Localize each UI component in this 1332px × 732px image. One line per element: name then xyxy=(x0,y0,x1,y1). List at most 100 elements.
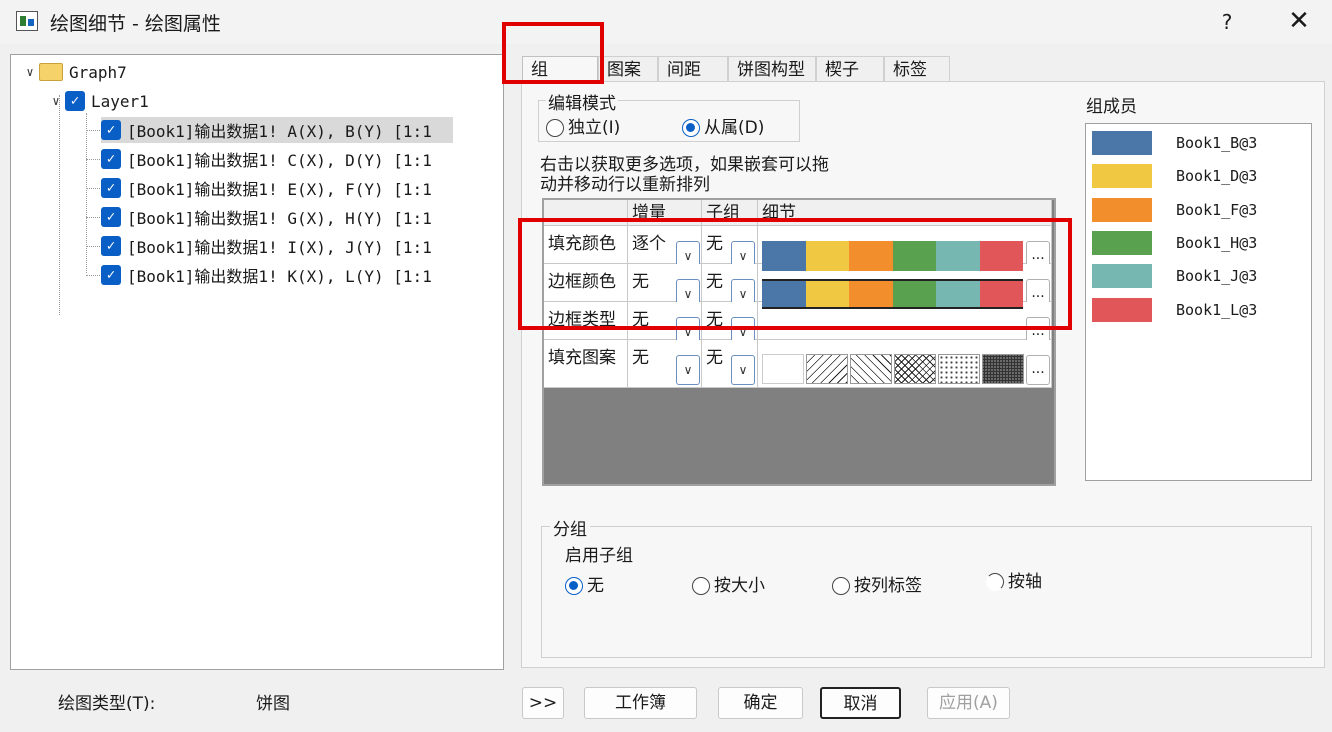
pattern-crosshatch-swatch[interactable] xyxy=(894,354,936,384)
plot-type-label: 绘图类型(T): xyxy=(58,694,156,714)
member-item[interactable]: Book1_J@3 xyxy=(1092,263,1257,289)
color-swatch[interactable] xyxy=(805,279,849,309)
tree-node-graph[interactable]: ∨ Graph7 xyxy=(21,59,127,85)
tree-item-plot-1[interactable]: ✓ [Book1]输出数据1! A(X), B(Y) [1:1 xyxy=(101,117,453,143)
radio-on-icon[interactable] xyxy=(565,577,583,595)
folder-open-icon xyxy=(39,63,63,81)
member-item[interactable]: Book1_F@3 xyxy=(1092,197,1257,223)
workbook-button[interactable]: 工作簿 xyxy=(584,687,697,719)
member-label: Book1_F@3 xyxy=(1176,200,1258,219)
color-swatch[interactable] xyxy=(762,241,806,271)
radio-label: 从属(D) xyxy=(704,118,765,138)
subgroup-label: 启用子组 xyxy=(565,546,633,566)
radio-label: 按大小 xyxy=(714,576,765,596)
more-button[interactable]: ... xyxy=(1026,355,1050,385)
radio-off-icon[interactable] xyxy=(832,577,850,595)
tree-item-plot-3[interactable]: ✓ [Book1]输出数据1! E(X), F(Y) [1:1 xyxy=(101,175,432,201)
member-color-swatch xyxy=(1092,230,1152,255)
tree-item-plot-2[interactable]: ✓ [Book1]输出数据1! C(X), D(Y) [1:1 xyxy=(101,146,432,172)
radio-dependent[interactable]: 从属(D) xyxy=(682,113,764,138)
pattern-backdiagonal-swatch[interactable] xyxy=(850,354,892,384)
chevron-down-icon[interactable]: ∨ xyxy=(676,355,700,385)
tree-item-label: [Book1]输出数据1! A(X), B(Y) [1:1 xyxy=(127,122,432,141)
color-swatch[interactable] xyxy=(892,279,936,309)
tree-item-label: [Book1]输出数据1! E(X), F(Y) [1:1 xyxy=(127,180,432,199)
color-swatch[interactable] xyxy=(979,279,1023,309)
tab-pie-geometry[interactable]: 饼图构型 xyxy=(728,56,816,82)
radio-label: 独立(I) xyxy=(568,118,621,138)
checkbox-checked-icon[interactable]: ✓ xyxy=(101,178,121,198)
highlight-box-color-rows xyxy=(518,218,1072,330)
radio-off-icon[interactable] xyxy=(986,573,1004,591)
group-members-list[interactable]: Book1_B@3 Book1_D@3 Book1_F@3 Book1_H@3 Book… xyxy=(1085,123,1312,481)
tab-wedge[interactable]: 楔子 xyxy=(816,56,884,82)
chevron-down-icon[interactable]: ∨ xyxy=(731,355,755,385)
member-color-swatch xyxy=(1092,131,1152,155)
member-label: Book1_H@3 xyxy=(1176,233,1258,252)
member-label: Book1_L@3 xyxy=(1176,300,1258,319)
color-swatch[interactable] xyxy=(762,279,806,309)
highlight-box-tab xyxy=(502,22,604,84)
checkbox-checked-icon[interactable]: ✓ xyxy=(101,236,121,256)
radio-label: 按轴 xyxy=(1008,572,1042,592)
chevron-down-icon[interactable]: ∨ xyxy=(47,94,65,108)
grid-row-name: 填充图案 xyxy=(544,340,628,388)
radio-subgroup-size[interactable]: 按大小 xyxy=(692,571,765,596)
checkbox-checked-icon[interactable]: ✓ xyxy=(101,207,121,227)
member-color-swatch xyxy=(1092,297,1152,322)
member-color-swatch xyxy=(1092,264,1152,289)
apply-button[interactable]: 应用(A) xyxy=(927,687,1010,719)
edit-mode-title: 编辑模式 xyxy=(546,89,618,114)
tree-node-layer[interactable]: ∨ ✓ Layer1 xyxy=(47,88,149,114)
radio-off-icon[interactable] xyxy=(546,119,564,137)
hint-line-2: 动并移动行以重新排列 xyxy=(540,175,710,195)
checkbox-checked-icon[interactable]: ✓ xyxy=(65,91,85,111)
close-button[interactable]: ✕ xyxy=(1282,6,1316,36)
color-swatch[interactable] xyxy=(936,241,980,271)
pattern-diagonal-swatch[interactable] xyxy=(806,354,848,384)
member-color-swatch xyxy=(1092,197,1152,222)
expand-button[interactable]: >> xyxy=(522,687,564,719)
tree-node-label: Graph7 xyxy=(69,62,127,82)
plot-tree[interactable]: ∨ Graph7 ∨ ✓ Layer1 ✓ [Book1]输出数据1! A(X)… xyxy=(10,54,504,670)
pattern-dense-swatch[interactable] xyxy=(982,354,1024,384)
checkbox-checked-icon[interactable]: ✓ xyxy=(101,120,121,140)
member-item[interactable]: Book1_B@3 xyxy=(1092,130,1257,156)
member-item[interactable]: Book1_H@3 xyxy=(1092,230,1257,256)
window-title: 绘图细节 - 绘图属性 xyxy=(50,13,221,35)
tree-item-label: [Book1]输出数据1! I(X), J(Y) [1:1 xyxy=(127,238,432,257)
color-swatch[interactable] xyxy=(936,279,980,309)
color-swatch[interactable] xyxy=(805,241,849,271)
member-label: Book1_D@3 xyxy=(1176,167,1258,186)
tree-item-plot-5[interactable]: ✓ [Book1]输出数据1! I(X), J(Y) [1:1 xyxy=(101,233,432,259)
color-swatch[interactable] xyxy=(979,241,1023,271)
member-item[interactable]: Book1_D@3 xyxy=(1092,163,1257,189)
radio-subgroup-none[interactable]: 无 xyxy=(565,571,604,596)
tab-pattern[interactable]: 图案 xyxy=(598,56,658,82)
color-swatch[interactable] xyxy=(849,241,893,271)
radio-off-icon[interactable] xyxy=(692,577,710,595)
cancel-button[interactable]: 取消 xyxy=(820,687,901,719)
color-swatch[interactable] xyxy=(892,241,936,271)
radio-subgroup-column-label[interactable]: 按列标签 xyxy=(832,571,922,596)
radio-on-icon[interactable] xyxy=(682,119,700,137)
radio-subgroup-axis[interactable]: 按轴 xyxy=(986,567,1042,592)
member-color-swatch xyxy=(1092,164,1152,189)
ok-button[interactable]: 确定 xyxy=(718,687,803,719)
tree-item-plot-4[interactable]: ✓ [Book1]输出数据1! G(X), H(Y) [1:1 xyxy=(101,204,432,230)
color-swatch[interactable] xyxy=(849,279,893,309)
checkbox-checked-icon[interactable]: ✓ xyxy=(101,149,121,169)
help-button[interactable]: ? xyxy=(1212,8,1242,36)
tab-labels[interactable]: 标签 xyxy=(884,56,950,82)
chevron-down-icon[interactable]: ∨ xyxy=(21,65,39,79)
pattern-dots-swatch[interactable] xyxy=(938,354,980,384)
member-item[interactable]: Book1_L@3 xyxy=(1092,297,1257,323)
member-label: Book1_B@3 xyxy=(1176,134,1258,152)
pattern-none-swatch[interactable] xyxy=(762,354,804,384)
checkbox-checked-icon[interactable]: ✓ xyxy=(101,265,121,285)
tree-item-label: [Book1]输出数据1! C(X), D(Y) [1:1 xyxy=(127,151,432,170)
tree-node-label: Layer1 xyxy=(91,91,149,111)
tab-spacing[interactable]: 间距 xyxy=(658,56,728,82)
radio-independent[interactable]: 独立(I) xyxy=(546,113,620,138)
tree-item-plot-6[interactable]: ✓ [Book1]输出数据1! K(X), L(Y) [1:1 xyxy=(101,262,432,288)
